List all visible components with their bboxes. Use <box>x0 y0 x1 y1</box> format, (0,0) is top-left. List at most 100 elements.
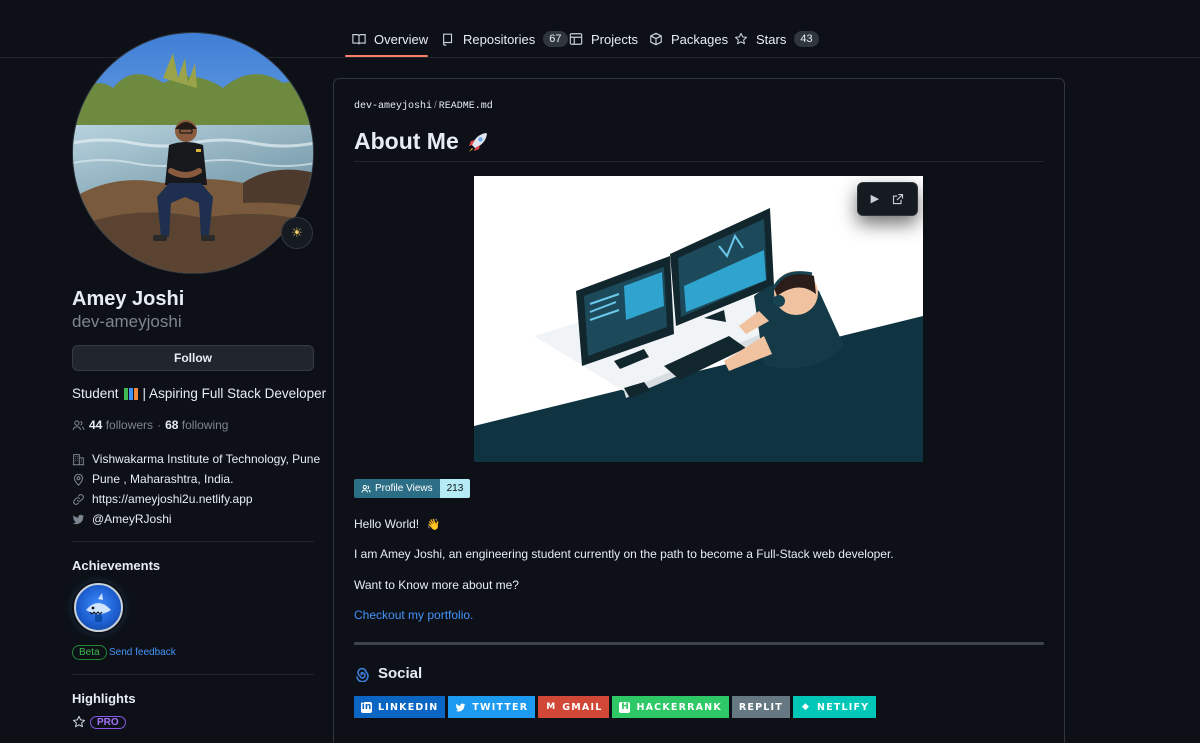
readme-title: About Me <box>354 128 491 155</box>
followers-label: followers <box>105 418 154 432</box>
intro-text: I am Amey Joshi, an engineering student … <box>354 547 894 561</box>
tab-overview-label: Overview <box>374 31 429 47</box>
books-emoji-icon <box>123 387 138 400</box>
location-text: Pune , Maharashtra, India. <box>92 472 234 486</box>
repositories-count-badge: 67 <box>543 31 568 47</box>
shark-icon <box>86 593 111 622</box>
twitter-icon <box>72 514 85 524</box>
readme-title-text: About Me <box>354 128 459 154</box>
social-heading: Social <box>354 665 422 682</box>
gmail-badge[interactable]: M GMAIL <box>538 696 610 718</box>
social-badges: in LINKEDIN TWITTER M GMAIL H HACKERRANK… <box>354 696 877 718</box>
active-tab-indicator <box>345 55 428 57</box>
twitter-handle[interactable]: @AmeyRJoshi <box>92 512 172 526</box>
following-count: 68 <box>165 418 179 432</box>
organization-text: Vishwakarma Institute of Technology, Pun… <box>92 452 321 466</box>
star-icon <box>72 715 86 728</box>
replit-badge[interactable]: REPLIT <box>731 696 790 718</box>
hackerrank-badge[interactable]: H HACKERRANK <box>612 696 729 718</box>
tab-stars[interactable]: Stars 43 <box>734 28 819 50</box>
following-label: following <box>181 418 229 432</box>
netlify-icon: ◆ <box>801 702 809 712</box>
organization-icon <box>72 453 85 465</box>
highlights-heading: Highlights <box>72 691 136 706</box>
avatar-photo <box>73 33 313 273</box>
linkedin-badge[interactable]: in LINKEDIN <box>354 696 446 718</box>
following-link[interactable]: 68 following <box>165 418 228 432</box>
star-icon <box>734 32 748 45</box>
tab-projects-label: Projects <box>591 31 638 47</box>
vcard-location: Pune , Maharashtra, India. <box>72 472 233 486</box>
location-icon <box>73 473 84 486</box>
book-icon <box>352 34 366 45</box>
social-heading-text: Social <box>378 665 423 682</box>
follow-stats: 44 followers · 68 following <box>72 418 228 432</box>
pro-badge: PRO <box>90 715 126 729</box>
profile-full-name: Amey Joshi <box>72 288 185 310</box>
tab-stars-label: Stars <box>756 31 787 47</box>
twitter-badge[interactable]: TWITTER <box>448 696 536 718</box>
tab-overview[interactable]: Overview <box>352 28 428 50</box>
profile-views-badge: Profile Views 213 <box>354 479 471 498</box>
tab-packages[interactable]: Packages <box>649 28 728 50</box>
vcard-organization: Vishwakarma Institute of Technology, Pun… <box>72 452 320 466</box>
gif-controls: ▶ <box>857 182 918 216</box>
external-link-icon[interactable] <box>892 193 904 205</box>
tab-projects[interactable]: Projects <box>569 28 638 50</box>
hackerrank-icon: H <box>619 701 631 713</box>
spiral-icon <box>356 667 369 682</box>
portfolio-link[interactable]: Checkout my portfolio. <box>354 608 473 622</box>
achievements-heading: Achievements <box>72 558 161 573</box>
linkedin-label: LINKEDIN <box>378 701 439 713</box>
send-feedback-link[interactable]: Send feedback <box>109 647 176 658</box>
twitter-icon <box>455 702 466 713</box>
readme-path-user[interactable]: dev-ameyjoshi <box>354 101 432 112</box>
section-divider <box>354 642 1044 645</box>
question-text: Want to Know more about me? <box>354 578 519 592</box>
gmail-icon: M <box>546 702 556 712</box>
beta-label: Beta <box>72 645 107 660</box>
avatar[interactable] <box>72 32 314 274</box>
rocket-icon <box>468 132 487 152</box>
tab-packages-label: Packages <box>671 31 729 47</box>
readme-path-file[interactable]: README.md <box>439 101 493 112</box>
gmail-label: GMAIL <box>562 701 603 713</box>
linkedin-icon: in <box>361 701 372 713</box>
replit-label: REPLIT <box>738 701 783 713</box>
followers-link[interactable]: 44 followers <box>89 418 153 432</box>
netlify-badge[interactable]: ◆ NETLIFY <box>792 696 877 718</box>
achievement-badge[interactable] <box>74 583 123 632</box>
tab-repositories[interactable]: Repositories 67 <box>441 28 568 50</box>
waving-hand-icon: 👋 <box>426 519 441 531</box>
sidebar-divider <box>72 674 314 675</box>
sidebar-divider <box>72 541 314 542</box>
tab-repositories-label: Repositories <box>463 31 536 47</box>
follow-button[interactable]: Follow <box>72 345 314 371</box>
play-icon[interactable]: ▶ <box>871 193 879 205</box>
profile-views-label: Profile Views <box>375 483 433 494</box>
hackerrank-label: HACKERRANK <box>636 701 722 713</box>
followers-count: 44 <box>89 418 103 432</box>
people-icon <box>361 484 371 493</box>
vcard-website: https://ameyjoshi2u.netlify.app <box>72 492 253 506</box>
stars-count-badge: 43 <box>794 31 819 47</box>
pro-highlight: PRO <box>72 715 126 729</box>
readme-breadcrumb: dev-ameyjoshi / README.md <box>354 100 493 112</box>
bio-suffix: | Aspiring Full Stack Developer <box>142 386 327 401</box>
developer-illustration <box>474 176 923 462</box>
repo-icon <box>443 33 453 46</box>
package-icon <box>650 32 662 46</box>
table-icon <box>569 33 583 45</box>
netlify-label: NETLIFY <box>816 701 870 713</box>
status-emoji-button[interactable]: ☀ <box>281 217 313 249</box>
website-link[interactable]: https://ameyjoshi2u.netlify.app <box>92 492 253 506</box>
portfolio-paragraph: Checkout my portfolio. <box>354 608 473 622</box>
twitter-label: TWITTER <box>472 701 529 713</box>
greeting-label: Hello World! <box>354 517 420 531</box>
vcard-twitter: @AmeyRJoshi <box>72 512 172 526</box>
people-icon <box>72 419 85 430</box>
bio-prefix: Student <box>72 386 119 401</box>
readme-path-separator: / <box>434 100 437 111</box>
profile-views-count: 213 <box>439 479 471 498</box>
profile-bio: Student | Aspiring Full Stack Developer <box>72 386 326 401</box>
